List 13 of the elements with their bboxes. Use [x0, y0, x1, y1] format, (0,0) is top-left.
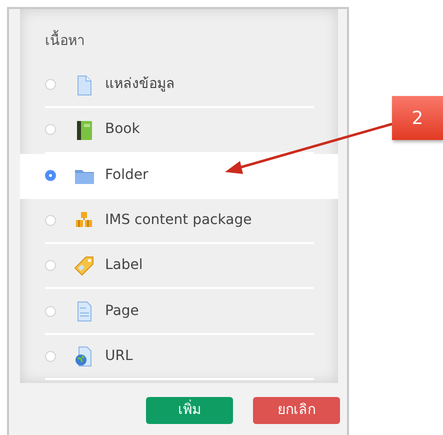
option-label: URL — [105, 346, 133, 366]
selected-row-highlight[interactable]: Folder — [20, 154, 338, 199]
option-label: Page — [105, 302, 139, 321]
cancel-button[interactable]: ยกเลิก — [253, 397, 340, 424]
option-label: แหล่งข้อมูล — [105, 75, 175, 94]
step-number: 2 — [392, 96, 443, 140]
radio-button[interactable] — [45, 170, 56, 181]
option-label: Folder — [105, 166, 148, 185]
add-button[interactable]: เพิ่ม — [146, 397, 233, 424]
option-label: Label — [105, 256, 143, 276]
option-label: IMS content package — [105, 211, 252, 230]
tag-icon — [73, 254, 95, 277]
option-label: Book — [105, 120, 140, 140]
